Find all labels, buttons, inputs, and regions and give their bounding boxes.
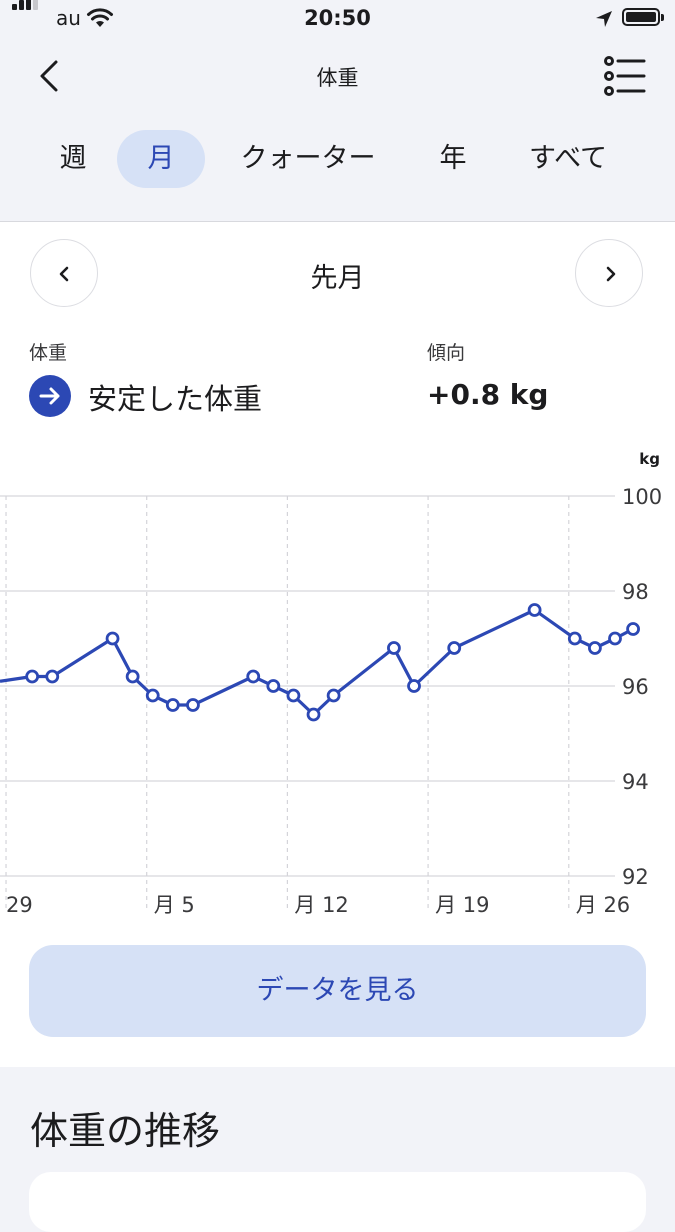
location-arrow-icon <box>596 11 612 27</box>
data-point <box>326 688 341 703</box>
x-tick-label: 29 <box>6 893 33 917</box>
data-point <box>186 698 200 712</box>
tab-all[interactable]: すべて <box>510 130 626 188</box>
page-title: 体重 <box>316 66 359 90</box>
data-point <box>626 622 640 636</box>
trend-value: +0.8 kg <box>427 378 549 411</box>
data-point <box>306 707 321 722</box>
data-point <box>588 641 602 655</box>
x-tick-label: 月 26 <box>576 893 630 917</box>
data-point <box>25 669 40 684</box>
tab-year[interactable]: 年 <box>420 130 486 188</box>
data-point <box>165 698 180 712</box>
tab-quarter[interactable]: クォーター <box>226 130 390 188</box>
next-period-button[interactable] <box>575 239 643 307</box>
y-tick-label: 94 <box>622 770 649 794</box>
weight-status: 安定した体重 <box>88 382 263 416</box>
y-tick-label: 96 <box>622 675 649 699</box>
data-point <box>266 679 281 693</box>
status-time: 20:50 <box>304 6 371 30</box>
weight-label: 体重 <box>29 342 68 364</box>
trend-detail-card <box>29 1172 646 1232</box>
unit-label: kg <box>639 450 660 468</box>
data-point <box>447 641 462 655</box>
battery-icon <box>622 8 664 26</box>
arrow-right-icon <box>29 375 71 417</box>
x-tick-label: 月 5 <box>154 893 195 917</box>
data-point <box>246 669 261 684</box>
weight-line-chart: kg 100 98 96 94 92 29 月 5 月 12 月 19 月 26 <box>0 450 662 917</box>
data-point <box>105 631 120 646</box>
data-point <box>286 688 301 703</box>
menu-list-button[interactable] <box>600 54 648 98</box>
series-line <box>0 608 634 717</box>
data-point <box>145 688 160 703</box>
tab-month[interactable]: 月 <box>117 130 205 188</box>
x-tick-label: 月 19 <box>435 893 489 917</box>
data-point <box>387 641 401 655</box>
section-title: 体重の推移 <box>30 1109 221 1153</box>
data-point <box>125 669 140 684</box>
data-point <box>608 631 622 646</box>
list-icon <box>604 56 646 96</box>
tab-week[interactable]: 週 <box>40 130 106 188</box>
chevron-right-icon <box>606 266 616 282</box>
navigation-bar: 体重 <box>0 40 675 112</box>
y-tick-label: 92 <box>622 865 649 889</box>
y-tick-label: 100 <box>622 485 662 509</box>
view-data-button[interactable]: データを見る <box>29 945 646 1037</box>
period-label: 先月 <box>310 263 365 294</box>
data-point <box>527 603 542 617</box>
data-point <box>407 679 421 693</box>
data-point <box>45 669 60 684</box>
trend-label: 傾向 <box>427 342 466 364</box>
data-point <box>567 631 582 646</box>
y-tick-label: 98 <box>622 580 649 604</box>
weight-card: 先月 体重 安定した体重 傾向 +0.8 kg kg 100 98 96 94 92 29 月… <box>0 222 675 1067</box>
status-bar: au 20:50 <box>0 0 675 40</box>
x-tick-label: 月 12 <box>294 893 348 917</box>
period-tabs: 週 月 クォーター 年 すべて <box>0 130 675 200</box>
